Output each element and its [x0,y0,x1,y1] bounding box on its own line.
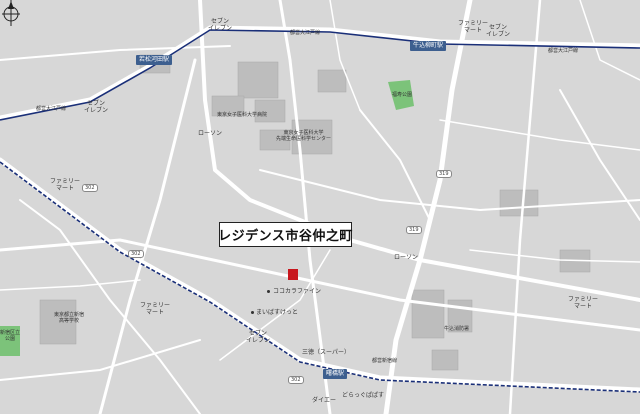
poi-family-left: ファミリー マート [50,178,81,192]
north-arrow-icon [2,0,20,26]
poi-marker-maibasket [251,311,254,314]
poi-fire-station: 牛込消防署 [444,326,470,332]
poi-seven-bottom: セブン イレブン [246,330,271,344]
rail-line-label: 都営大江戸線 [290,30,321,36]
poi-seven-left: セブン イレブン [84,100,109,114]
poi-family-bottom: ファミリー マート [140,302,171,316]
route-badge: 319 [406,226,422,234]
poi-family-right: ファミリー マート [568,296,599,310]
poi-lawson-top: ローソン [198,130,223,137]
station-akebonobashi[interactable]: 曙橋駅 [323,369,348,379]
station-wakamatsu-kawada[interactable]: 若松河田駅 [136,55,173,65]
poi-daiei: ダイエー [312,397,336,404]
poi-marker-cocokara [267,290,270,293]
poi-lawson-right: ローソン [394,254,419,261]
poi-fukuju-park: 福寿公園 [392,92,413,98]
rail-line-label-right: 都営大江戸線 [548,48,579,54]
poi-shinjuku-park: 新宿区立 公園 [0,330,21,342]
poi-maibasket: まいばすけっと [256,309,299,316]
rail-line-label-left: 都営大江戸線 [36,106,67,112]
route-badge: 319 [436,170,452,178]
poi-seven-top: セブン イレブン [208,18,233,32]
route-badge: 302 [288,376,304,384]
route-badge: 302 [128,250,144,258]
poi-drugstore: どらっぐぱぱす [342,392,385,399]
property-title: レジデンス市谷仲之町 [218,222,352,247]
property-location-marker[interactable] [288,269,298,280]
map[interactable]: 若松河田駅 牛込柳町駅 曙橋駅 都営大江戸線 都営大江戸線 都営大江戸線 都営新… [0,0,640,414]
poi-sanko: 三徳（スーパー） [302,349,350,356]
poi-seven-top-right: セブン イレブン [486,24,511,38]
poi-cocokara: ココカラファイン [273,288,322,295]
poi-school: 東京都立新宿 高等学校 [54,312,85,324]
poi-family-top-right: ファミリー マート [458,20,489,34]
poi-tokyo-women-hospital: 東京女子医科大学病院 [217,112,268,118]
station-ushigome-yanagicho[interactable]: 牛込柳町駅 [410,41,447,51]
rail-line-label-bottom: 都営新宿線 [372,358,398,364]
poi-tokyo-women-center: 東京女子医科大学 先端生命医科学センター [276,130,332,142]
route-badge: 302 [82,184,98,192]
